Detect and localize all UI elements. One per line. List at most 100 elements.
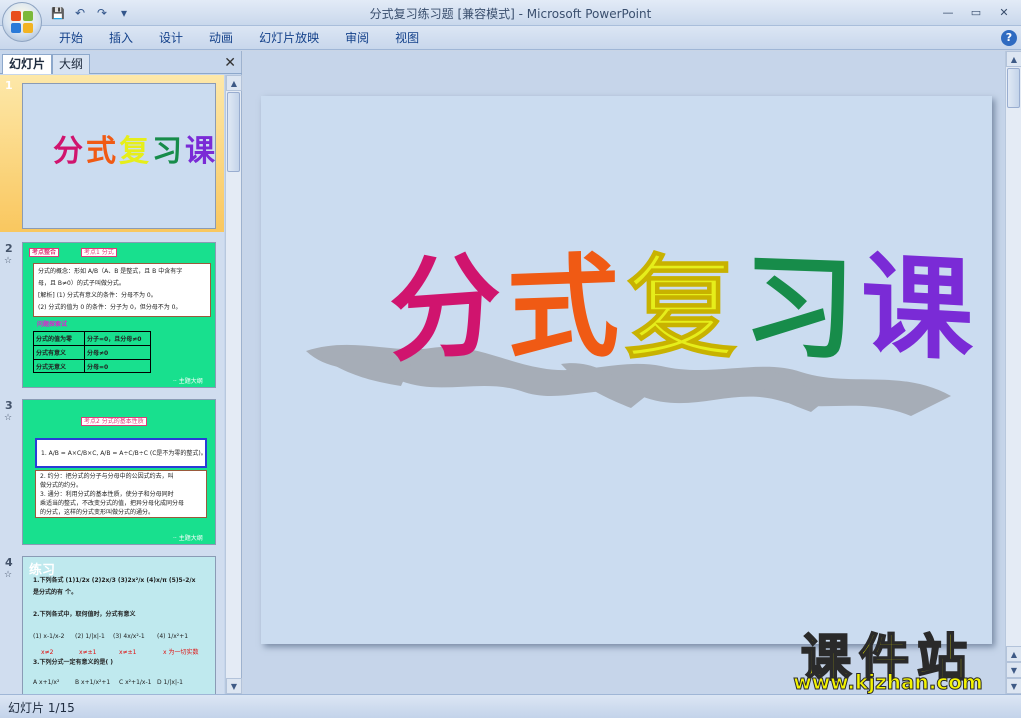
tab-animations[interactable]: 动画	[196, 26, 246, 50]
slide-indicator: 幻灯片 1/15	[8, 701, 75, 715]
slide4-q2-item: (2) 1/|x|-1	[75, 633, 105, 640]
slide4-heading: 练习	[29, 563, 56, 578]
help-icon[interactable]: ?	[1001, 30, 1017, 46]
editor-scrollbar[interactable]: ▲ ▲ ▼ ▼	[1005, 51, 1021, 694]
thumbnails-scrollbar[interactable]: ▲ ▼	[225, 75, 242, 694]
slide2-footer: ·· 主题大纲	[173, 378, 203, 385]
title-char: 复	[119, 134, 152, 169]
tab-insert[interactable]: 插入	[96, 26, 146, 50]
slide4-q2-item: (3) 4x/x²-1	[113, 633, 145, 640]
office-logo-icon	[11, 11, 33, 33]
slide3-line: 2. 约分：把分式的分子与分母中的公因式约去，叫	[40, 473, 174, 480]
slide2-tag2: 考点1 分式	[81, 248, 117, 257]
slide3-formula-box: 1. A/B = A×C/B×C, A/B = A÷C/B÷C (C是不为零的整…	[35, 438, 207, 468]
slide2-table-title: 问题探索试	[37, 321, 68, 328]
slide2-table: 分式的值为零 分子=0，且分母≠0 分式有意义 分母≠0 分式无意义 分母=0	[33, 331, 151, 373]
title-char: 式	[86, 134, 119, 169]
thumbnail-row[interactable]: 2 ☆ 考点整合 考点1 分式 分式的概念：形如 A/B（A、B 是整式，且 B…	[0, 238, 224, 395]
thumbnail-slide-3[interactable]: 考点2 分式的基本性质 1. A/B = A×C/B×C, A/B = A÷C/…	[22, 399, 216, 545]
scroll-down-icon[interactable]: ▼	[226, 678, 242, 694]
slide-editor: 分式复习课 ▲ ▲ ▼ ▼	[243, 51, 1021, 694]
slide2-line: [解析] (1) 分式有意义的条件：分母不为 0。	[38, 292, 157, 299]
slide-number: 3	[5, 399, 13, 412]
animation-star-icon: ☆	[4, 570, 13, 580]
close-pane-icon[interactable]: ✕	[224, 55, 236, 71]
slide2-cell: 分式无意义	[36, 364, 67, 371]
slide3-line: 做分式的约分。	[40, 482, 83, 489]
powerpoint-window: 💾 ↶ ↷ ▾ 分式复习练习题 [兼容模式] - Microsoft Power…	[0, 0, 1021, 718]
tab-home[interactable]: 开始	[46, 26, 96, 50]
thumbnail-row[interactable]: 1 分式复习课	[0, 75, 224, 232]
tab-design[interactable]: 设计	[146, 26, 196, 50]
slides-pane: 幻灯片 大纲 ✕ 1 分式复习课 2 ☆ 考点整合 考点1 分式 分式的概念：形…	[0, 51, 242, 694]
slide2-definition-box: 分式的概念：形如 A/B（A、B 是整式，且 B 中含有字 母，且 B≠0）的式…	[33, 263, 211, 317]
title-char: 课	[861, 239, 979, 378]
slide4-q2-item: (4) 1/x²+1	[157, 633, 189, 640]
slide4-q3: 3.下列分式一定有意义的是( )	[33, 659, 114, 666]
thumbnail-slide-4[interactable]: 练习 1.下列各式 (1)1/2x (2)2x/3 (3)2x²/x (4)x/…	[22, 556, 216, 694]
thumb1-title: 分式复习课	[53, 126, 216, 170]
animation-star-icon: ☆	[4, 256, 13, 266]
thumbnail-row[interactable]: 3 ☆ 考点2 分式的基本性质 1. A/B = A×C/B×C, A/B = …	[0, 395, 224, 552]
slide3-footer: ·· 主题大纲	[173, 535, 203, 542]
slide2-line: 母，且 B≠0）的式子叫做分式。	[38, 280, 125, 287]
slide2-cell: 分式有意义	[36, 350, 67, 357]
slide2-line: (2) 分式的值为 0 的条件：分子为 0，但分母不为 0。	[38, 304, 182, 311]
next-slide-icon[interactable]: ▼	[1006, 662, 1021, 678]
slide4-q2: 2.下列各式中，取何值时，分式有意义	[33, 611, 136, 618]
slide4-q3-item: D 1/|x|-1	[157, 679, 183, 686]
tab-view[interactable]: 视图	[382, 26, 432, 50]
slide2-tag1: 考点整合	[29, 248, 60, 257]
ribbon-tabs: 开始 插入 设计 动画 幻灯片放映 审阅 视图 ?	[0, 26, 1021, 50]
watermark-url: www.kjzhan.com	[793, 670, 984, 695]
scrollbar-thumb[interactable]	[227, 92, 240, 172]
slide3-line: 的分式，这样的分式变形叫做分式的通分。	[40, 509, 155, 516]
scrollbar-thumb[interactable]	[1007, 68, 1020, 108]
title-bar: 💾 ↶ ↷ ▾ 分式复习练习题 [兼容模式] - Microsoft Power…	[0, 0, 1021, 26]
title-char: 分	[389, 238, 507, 379]
thumbnail-slide-2[interactable]: 考点整合 考点1 分式 分式的概念：形如 A/B（A、B 是整式，且 B 中含有…	[22, 242, 216, 388]
status-bar: 幻灯片 1/15	[0, 694, 1021, 718]
slide3-line: 3. 通分：利用分式的基本性质，使分子和分母同时	[40, 491, 174, 498]
thumbnail-slide-1[interactable]: 分式复习课	[22, 83, 216, 229]
slide-title: 分式复习课	[389, 239, 979, 378]
pane-tabs: 幻灯片 大纲 ✕	[0, 51, 242, 74]
title-char: 式	[507, 240, 625, 377]
slide4-q3-item: B x+1/x²+1	[75, 679, 111, 686]
slide4-q2-answer: x≠2	[41, 649, 54, 656]
slide2-cell: 分子=0，且分母≠0	[87, 336, 142, 343]
slide3-line: 乘适当的整式，不改变分式的值，把异分母化成同分母	[40, 500, 185, 507]
title-char: 复	[625, 243, 743, 374]
minimize-icon[interactable]: —	[935, 3, 961, 21]
tab-slides[interactable]: 幻灯片	[2, 54, 53, 74]
prev-slide-icon[interactable]: ▲	[1006, 646, 1021, 662]
title-char: 分	[53, 134, 86, 169]
animation-star-icon: ☆	[4, 413, 13, 423]
office-button[interactable]	[2, 2, 42, 42]
scroll-up-icon[interactable]: ▲	[226, 75, 242, 91]
slide4-q3-item: A x+1/x²	[33, 679, 60, 686]
title-char: 习	[152, 134, 185, 169]
tab-review[interactable]: 审阅	[332, 26, 382, 50]
slide2-line: 分式的概念：形如 A/B（A、B 是整式，且 B 中含有字	[38, 268, 183, 275]
restore-icon[interactable]: ▭	[963, 3, 989, 21]
slide3-tag: 考点2 分式的基本性质	[81, 417, 147, 426]
slide2-cell: 分母≠0	[87, 350, 109, 357]
close-icon[interactable]: ✕	[991, 3, 1017, 21]
tab-slideshow[interactable]: 幻灯片放映	[246, 26, 332, 50]
slide4-q2-item: (1) x-1/x-2	[33, 633, 65, 640]
title-char: 课	[185, 134, 216, 169]
slide4-q2-answer: x≠±1	[119, 649, 137, 656]
window-controls: — ▭ ✕	[935, 3, 1017, 21]
scroll-up-icon[interactable]: ▲	[1006, 51, 1021, 67]
slide4-q2-answer: x≠±1	[79, 649, 97, 656]
thumbnail-row[interactable]: 4 ☆ 练习 1.下列各式 (1)1/2x (2)2x/3 (3)2x²/x (…	[0, 552, 224, 694]
slide3-text-box: 2. 约分：把分式的分子与分母中的公因式约去，叫 做分式的约分。 3. 通分：利…	[35, 470, 207, 518]
slide-number: 1	[5, 79, 13, 92]
slide2-cell: 分式的值为零	[36, 336, 73, 343]
slide-number: 4	[5, 556, 13, 569]
scroll-down-icon[interactable]: ▼	[1006, 678, 1021, 694]
current-slide[interactable]: 分式复习课	[261, 96, 992, 644]
window-title: 分式复习练习题 [兼容模式] - Microsoft PowerPoint	[369, 7, 652, 21]
tab-outline[interactable]: 大纲	[52, 54, 91, 74]
